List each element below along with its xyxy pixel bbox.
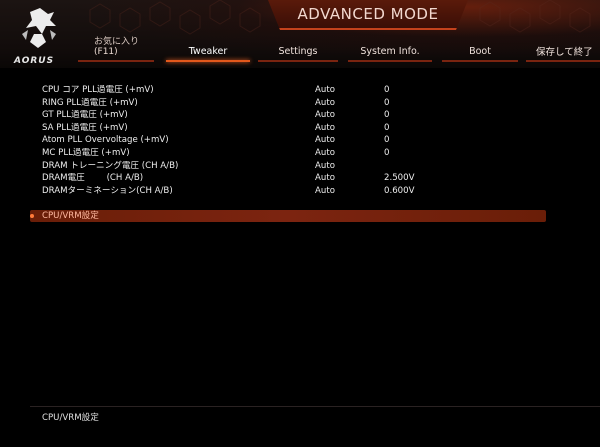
setting-name: SA PLL過電圧 (+mV) [42,122,128,133]
setting-name: RING PLL過電圧 (+mV) [42,97,138,108]
tab-system-info[interactable]: System Info. [348,34,432,64]
tab-bar: お気に入り (F11) Tweaker Settings System Info… [78,34,600,66]
tab-boot-label: Boot [469,46,491,57]
tab-underline-active [166,60,250,62]
setting-mode: Auto [315,97,335,108]
settings-list: CPU コア PLL過電圧 (+mV) Auto 0 RING PLL過電圧 (… [42,84,462,197]
setting-mode: Auto [315,85,335,95]
tab-underline [78,60,154,62]
setting-mode: Auto [315,110,335,121]
setting-value: 2.500V [384,173,415,184]
setting-mode: Auto [315,185,335,196]
tab-tweaker[interactable]: Tweaker [166,34,250,64]
tab-underline [348,60,432,62]
setting-value: 0 [384,97,390,108]
setting-mode: Auto [315,122,335,133]
aorus-logo-text: AORUS [14,56,55,66]
setting-row-sa-pll[interactable]: SA PLL過電圧 (+mV) Auto 0 [42,122,462,135]
tab-save-exit[interactable]: 保存して終了 [526,34,600,64]
setting-value: 0 [384,135,390,146]
tab-underline [442,60,518,62]
setting-name: MC PLL過電圧 (+mV) [42,147,130,158]
setting-name: CPU コア PLL過電圧 (+mV) [42,85,154,95]
setting-value: 0 [384,85,390,95]
setting-value: 0 [384,147,390,158]
tab-underline [258,60,338,62]
setting-value: 0.600V [384,185,415,196]
setting-row-cpu-core-pll[interactable]: CPU コア PLL過電圧 (+mV) Auto 0 [42,84,462,97]
setting-name: Atom PLL Overvoltage (+mV) [42,135,169,146]
tab-favorites[interactable]: お気に入り (F11) [78,34,154,64]
setting-name: DRAM トレーニング電圧 (CH A/B) [42,160,179,171]
setting-row-dram-voltage[interactable]: DRAM電圧 (CH A/B) Auto 2.500V [42,172,462,185]
setting-name: DRAMターミネーション(CH A/B) [42,185,173,196]
tab-favorites-label: お気に入り [94,37,140,47]
advanced-mode-title: ADVANCED MODE [268,0,468,30]
tab-settings[interactable]: Settings [258,34,338,64]
tab-underline [526,60,600,62]
setting-mode: Auto [315,147,335,158]
setting-mode: Auto [315,173,335,184]
setting-row-atom-pll[interactable]: Atom PLL Overvoltage (+mV) Auto 0 [42,134,462,147]
setting-row-dram-training-voltage[interactable]: DRAM トレーニング電圧 (CH A/B) Auto [42,160,462,173]
setting-row-dram-termination[interactable]: DRAMターミネーション(CH A/B) Auto 0.600V [42,185,462,198]
setting-row-gt-pll[interactable]: GT PLL過電圧 (+mV) Auto 0 [42,109,462,122]
help-divider [30,406,600,407]
setting-row-mc-pll[interactable]: MC PLL過電圧 (+mV) Auto 0 [42,147,462,160]
help-description: CPU/VRM設定 [42,413,99,423]
tab-system-info-label: System Info. [360,46,420,57]
setting-value: 0 [384,110,390,121]
setting-mode: Auto [315,135,335,146]
tab-boot[interactable]: Boot [442,34,518,64]
tab-settings-label: Settings [278,46,318,57]
header-bar: AORUS ADVANCED MODE お気に入り (F11) Tweaker … [0,0,600,68]
setting-name: GT PLL過電圧 (+mV) [42,110,128,121]
setting-mode: Auto [315,160,335,171]
aorus-logo: AORUS [8,4,70,66]
setting-name: DRAM電圧 (CH A/B) [42,173,144,184]
setting-row-ring-pll[interactable]: RING PLL過電圧 (+mV) Auto 0 [42,97,462,110]
tab-save-exit-label: 保存して終了 [536,47,593,58]
tab-favorites-shortcut: (F11) [94,47,118,57]
setting-value: 0 [384,122,390,133]
tab-tweaker-label: Tweaker [188,46,228,57]
submenu-label: CPU/VRM設定 [42,211,99,221]
submenu-cpu-vrm-settings[interactable]: CPU/VRM設定 [30,210,546,222]
bullet-icon [30,214,34,218]
